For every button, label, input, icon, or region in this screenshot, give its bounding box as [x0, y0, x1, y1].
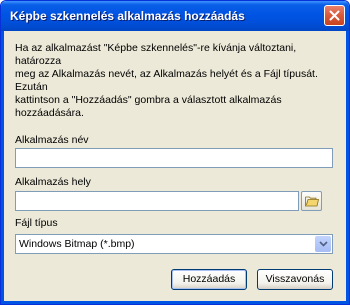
description-line: Ha az alkalmazást "Képbe szkennelés"-re … — [15, 42, 297, 67]
file-type-selected-value: Windows Bitmap (*.bmp) — [19, 238, 135, 250]
window-frame-left — [1, 31, 4, 304]
window-frame-bottom — [1, 301, 349, 304]
window-title: Képbe szkennelés alkalmazás hozzáadás — [10, 9, 245, 23]
description-line: meg az Alkalmazás nevét, az Alkalmazás h… — [15, 68, 318, 93]
title-bar[interactable]: Képbe szkennelés alkalmazás hozzáadás — [1, 1, 349, 31]
add-button[interactable]: Hozzáadás — [171, 269, 247, 290]
file-type-label: Fájl típus — [15, 217, 58, 229]
file-type-select[interactable]: Windows Bitmap (*.bmp) — [15, 234, 333, 254]
dialog-window: Képbe szkennelés alkalmazás hozzáadás Ha… — [0, 0, 350, 305]
folder-icon — [304, 196, 319, 207]
window-frame-right — [346, 31, 349, 304]
app-location-input[interactable] — [15, 191, 299, 211]
dropdown-button[interactable] — [315, 236, 331, 252]
close-button[interactable] — [324, 5, 345, 26]
description-line: kattintson a "Hozzáadás" gombra a válasz… — [15, 94, 282, 119]
cancel-button[interactable]: Visszavonás — [257, 269, 333, 290]
app-name-input[interactable] — [15, 148, 333, 168]
app-name-label: Alkalmazás név — [15, 134, 89, 146]
chevron-down-icon — [318, 241, 328, 247]
browse-button[interactable] — [301, 191, 322, 211]
description-text: Ha az alkalmazást "Képbe szkennelés"-re … — [15, 42, 337, 120]
close-icon — [329, 10, 340, 21]
app-location-label: Alkalmazás hely — [15, 176, 91, 188]
